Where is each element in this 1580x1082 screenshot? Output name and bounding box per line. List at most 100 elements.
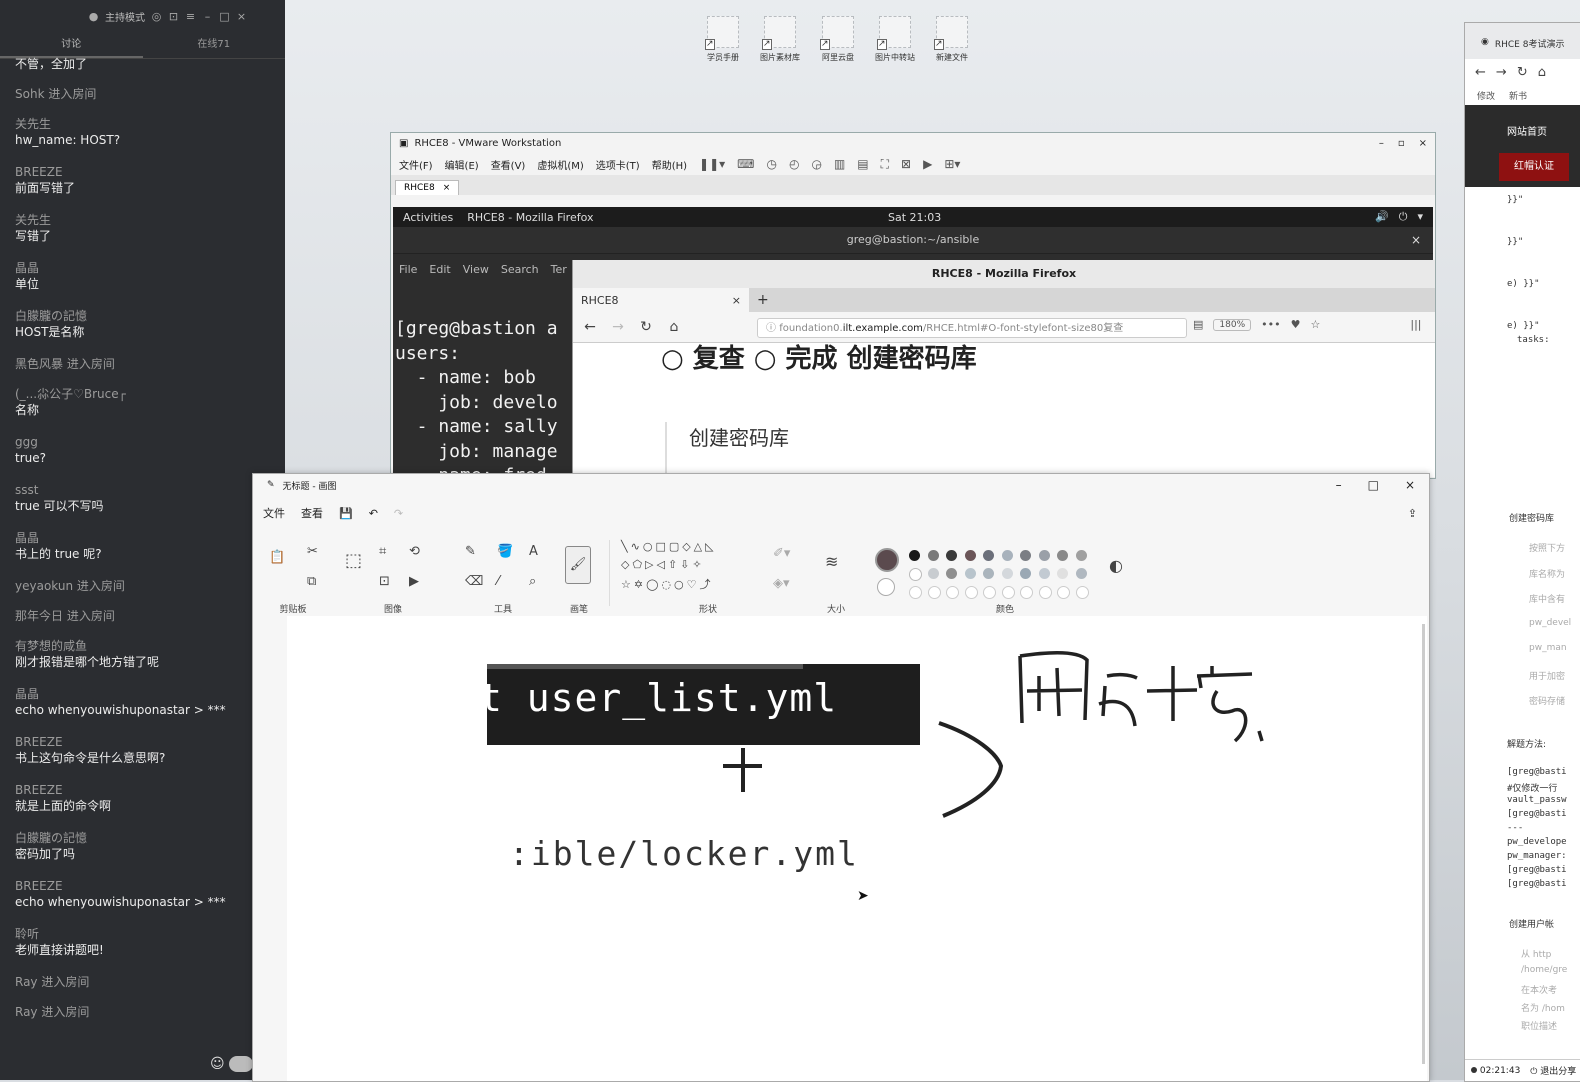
- empty-color-swatch[interactable]: [1020, 586, 1033, 599]
- color-swatch[interactable]: [964, 550, 976, 561]
- empty-color-swatch[interactable]: [946, 586, 959, 599]
- color-swatch[interactable]: [1075, 568, 1087, 579]
- active-color[interactable]: [875, 548, 899, 572]
- flip-icon[interactable]: ▶: [409, 574, 419, 589]
- maximize-icon[interactable]: □: [219, 11, 230, 22]
- empty-color-swatch[interactable]: [1038, 586, 1052, 599]
- back-icon[interactable]: ←: [1475, 65, 1486, 80]
- manage-snapshot-icon[interactable]: ◶: [811, 157, 821, 171]
- reload-icon[interactable]: ↻: [637, 319, 655, 335]
- menu-vm[interactable]: 虚拟机(M): [537, 157, 583, 172]
- activities-button[interactable]: Activities: [403, 211, 453, 224]
- empty-color-swatch[interactable]: [1001, 586, 1015, 599]
- close-icon[interactable]: ×: [236, 11, 247, 22]
- browser-tab[interactable]: ◉ RHCE 8考试演示: [1465, 23, 1580, 59]
- shapes-row-3[interactable]: ☆✡◯◌○♡⤴: [621, 576, 713, 592]
- library-icon[interactable]: |||: [1410, 318, 1421, 331]
- vm-tab[interactable]: RHCE8 ×: [395, 180, 460, 195]
- empty-color-swatch[interactable]: [1075, 586, 1089, 599]
- secondary-color[interactable]: [877, 578, 895, 596]
- pocket-icon[interactable]: ♥: [1291, 318, 1301, 331]
- back-icon[interactable]: ←: [581, 319, 599, 335]
- paste-icon[interactable]: 📋: [269, 550, 285, 565]
- clock[interactable]: Sat 21:03: [888, 211, 941, 224]
- console-icon[interactable]: ▶: [923, 157, 932, 171]
- pause-icon[interactable]: ❚❚▾: [699, 157, 725, 171]
- more-icon[interactable]: •••: [1261, 318, 1280, 331]
- send-toggle[interactable]: [228, 1056, 253, 1072]
- empty-color-swatch[interactable]: [909, 586, 922, 599]
- close-icon[interactable]: ×: [732, 294, 741, 307]
- desktop-shortcut[interactable]: 图片素材库: [756, 16, 804, 63]
- desktop-shortcut[interactable]: 学员手册: [699, 16, 747, 63]
- revert-icon[interactable]: ◴: [789, 157, 799, 171]
- stretch-icon[interactable]: ⊞▾: [944, 157, 960, 171]
- url-bar[interactable]: ⓘ foundation0.ilt.example.com/RHCE.html#…: [757, 318, 1187, 338]
- empty-color-swatch[interactable]: [964, 586, 978, 599]
- reader-icon[interactable]: ▤: [1193, 318, 1203, 331]
- color-swatch[interactable]: [1057, 568, 1068, 579]
- redo-icon[interactable]: ↷: [394, 507, 403, 520]
- view-icon[interactable]: ▥: [834, 157, 845, 171]
- color-picker-icon[interactable]: ⁄: [497, 574, 499, 589]
- color-swatch[interactable]: [946, 568, 957, 579]
- text-icon[interactable]: A: [529, 544, 538, 559]
- nav-redhat-link[interactable]: 红帽认证: [1499, 153, 1569, 181]
- menu-view[interactable]: 查看(V): [491, 157, 526, 172]
- app-menu[interactable]: RHCE8 - Mozilla Firefox: [467, 211, 593, 224]
- select-icon[interactable]: ⬚: [345, 550, 362, 571]
- home-icon[interactable]: ⌂: [665, 319, 683, 335]
- color-swatch[interactable]: [1057, 550, 1068, 561]
- zoom-level[interactable]: 180%: [1213, 318, 1252, 331]
- shapes-row-1[interactable]: ╲∿○□▢◇△◺: [621, 540, 717, 553]
- close-icon[interactable]: ×: [1405, 478, 1415, 492]
- unity-icon[interactable]: ⊠: [901, 157, 911, 171]
- close-icon[interactable]: ×: [443, 183, 451, 193]
- menu-help[interactable]: 帮助(H): [652, 157, 687, 172]
- share-icon[interactable]: ⊡: [168, 11, 179, 22]
- eraser-icon[interactable]: ⌫: [465, 574, 483, 589]
- color-swatch[interactable]: [1038, 568, 1050, 579]
- maximize-icon[interactable]: □: [1368, 478, 1379, 492]
- snapshot-icon[interactable]: ◷: [767, 157, 777, 171]
- reload-icon[interactable]: ↻: [1517, 65, 1528, 80]
- color-swatch[interactable]: [1001, 550, 1013, 561]
- minimize-icon[interactable]: –: [1379, 138, 1384, 149]
- color-swatch[interactable]: [1075, 550, 1087, 561]
- terminal-menu-view[interactable]: View: [463, 263, 489, 276]
- color-swatch[interactable]: [964, 568, 976, 579]
- crop-icon[interactable]: ⌗: [379, 544, 386, 559]
- view-icon[interactable]: ▤: [857, 157, 868, 171]
- color-swatch[interactable]: [983, 550, 994, 561]
- desktop-shortcut[interactable]: 新建文件: [928, 16, 976, 63]
- firefox-tab[interactable]: RHCE8 ×: [573, 288, 749, 312]
- save-icon[interactable]: 💾: [339, 507, 353, 520]
- copy-icon[interactable]: ⧉: [307, 574, 316, 589]
- color-swatch[interactable]: [1020, 550, 1031, 561]
- empty-color-swatch[interactable]: [1057, 586, 1070, 599]
- nav-home-link[interactable]: 网站首页: [1507, 123, 1547, 138]
- color-swatch[interactable]: [909, 568, 922, 581]
- maximize-icon[interactable]: ▫: [1398, 138, 1405, 149]
- empty-color-swatch[interactable]: [927, 586, 941, 599]
- color-swatch[interactable]: [983, 568, 994, 579]
- terminal-menu-file[interactable]: File: [399, 263, 417, 276]
- emoji-icon[interactable]: ☺: [210, 1056, 225, 1072]
- new-tab-icon[interactable]: +: [749, 292, 769, 308]
- fill-icon[interactable]: 🪣: [497, 544, 513, 559]
- desktop-shortcut[interactable]: 图片中转站: [871, 16, 919, 63]
- menu-tabs[interactable]: 选项卡(T): [596, 157, 640, 172]
- color-swatch[interactable]: [1038, 550, 1050, 561]
- settings-icon[interactable]: ◎: [151, 11, 162, 22]
- send-keys-icon[interactable]: ⌨: [737, 157, 754, 171]
- color-swatch[interactable]: [927, 568, 939, 579]
- menu-file[interactable]: 文件: [263, 505, 285, 521]
- power-icon[interactable]: ⏻: [1399, 210, 1408, 224]
- color-swatch[interactable]: [909, 550, 920, 561]
- menu-edit[interactable]: 编辑(E): [445, 157, 479, 172]
- minimize-icon[interactable]: –: [202, 11, 213, 22]
- canvas-scrollbar[interactable]: [1422, 624, 1425, 1064]
- cut-icon[interactable]: ✂: [307, 544, 318, 559]
- empty-color-swatch[interactable]: [983, 586, 996, 599]
- terminal-menu-search[interactable]: Search: [501, 263, 539, 276]
